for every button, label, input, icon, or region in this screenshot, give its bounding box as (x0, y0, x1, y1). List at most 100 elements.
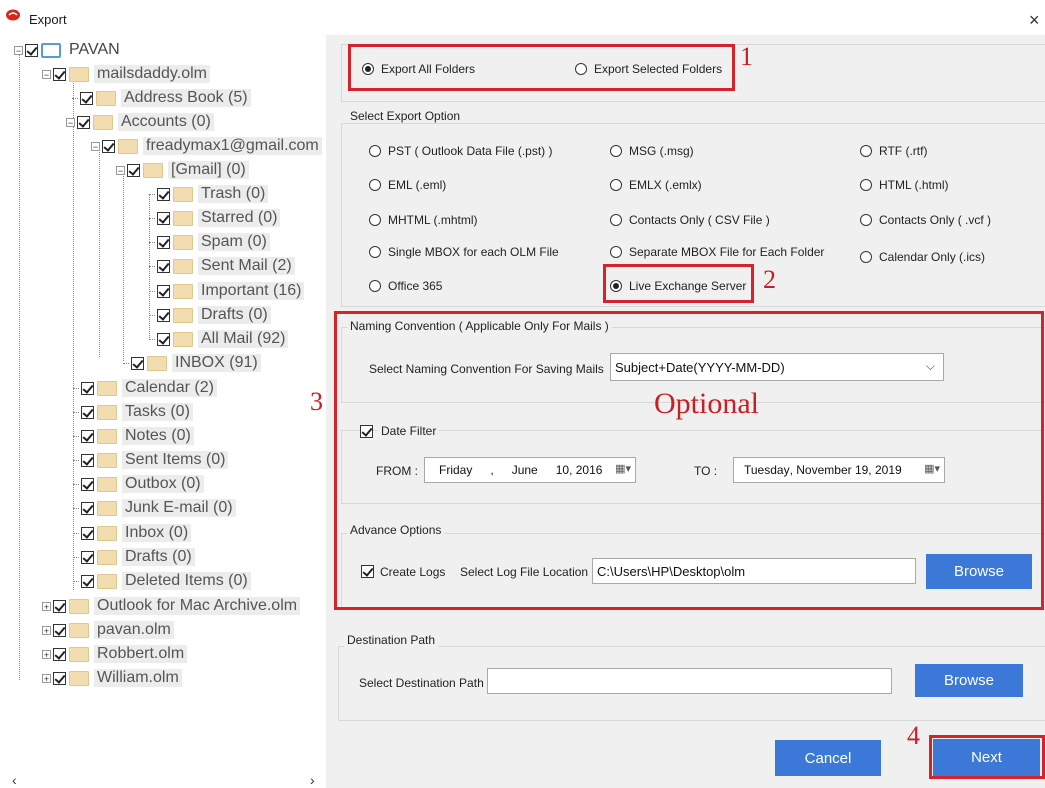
expand-icon[interactable]: + (42, 673, 51, 683)
option-pst[interactable]: PST ( Outlook Data File (.pst) ) (369, 144, 553, 158)
option-rtf[interactable]: RTF (.rtf) (860, 144, 927, 158)
checkbox[interactable] (53, 67, 66, 81)
collapse-icon[interactable]: − (42, 69, 51, 79)
tree-node-gmail[interactable]: − [Gmail] (0) (116, 159, 249, 181)
checkbox[interactable] (81, 550, 94, 564)
tree-node-account-email[interactable]: − freadymax1@gmail.com (91, 135, 322, 157)
checkbox[interactable] (81, 574, 94, 588)
tree-node-root[interactable]: − PAVAN (14, 39, 123, 61)
tree-node-tasks[interactable]: Tasks (0) (73, 401, 193, 423)
checkbox[interactable] (157, 187, 170, 201)
option-single-mbox[interactable]: Single MBOX for each OLM File (369, 245, 559, 259)
tree-node-calendar[interactable]: Calendar (2) (73, 377, 217, 399)
tree-node-deleted-items[interactable]: Deleted Items (0) (73, 570, 251, 592)
tree-node-important[interactable]: Important (16) (149, 280, 305, 302)
option-separate-mbox[interactable]: Separate MBOX File for Each Folder (610, 245, 824, 259)
checkbox[interactable] (80, 91, 93, 105)
option-contacts-csv[interactable]: Contacts Only ( CSV File ) (610, 213, 770, 227)
option-eml[interactable]: EML (.eml) (369, 178, 446, 192)
destination-browse-button[interactable]: Browse (915, 664, 1023, 697)
checkbox[interactable] (53, 671, 66, 685)
tree-node-starred[interactable]: Starred (0) (149, 207, 281, 229)
tree-node-drafts[interactable]: Drafts (0) (73, 546, 195, 568)
tree-node-all-mail[interactable]: All Mail (92) (149, 328, 289, 350)
checkbox[interactable] (127, 163, 140, 177)
checkbox[interactable] (81, 381, 94, 395)
tree-node-trash[interactable]: Trash (0) (149, 183, 269, 205)
radio-icon (610, 179, 622, 191)
option-emlx[interactable]: EMLX (.emlx) (610, 178, 702, 192)
tree-label: Outlook for Mac Archive.olm (94, 597, 301, 615)
window-title: Export (29, 12, 67, 27)
annotation-number-2: 2 (763, 265, 776, 294)
tree-node-mac-archive[interactable]: + Outlook for Mac Archive.olm (42, 595, 301, 617)
tree-node-accounts[interactable]: − Accounts (0) (66, 111, 214, 133)
checkbox[interactable] (53, 647, 66, 661)
checkbox[interactable] (81, 526, 94, 540)
folder-icon (97, 549, 117, 565)
checkbox[interactable] (25, 43, 38, 57)
scroll-right-icon[interactable]: › (310, 772, 315, 788)
checkbox[interactable] (157, 211, 170, 225)
tree-node-robbert-olm[interactable]: + Robbert.olm (42, 643, 188, 665)
folder-icon (147, 355, 167, 371)
option-mhtml[interactable]: MHTML (.mhtml) (369, 213, 478, 227)
tree-node-inbox-account[interactable]: INBOX (91) (123, 352, 261, 374)
annotation-box-3 (334, 311, 1044, 610)
checkbox[interactable] (53, 599, 66, 613)
option-calendar-ics[interactable]: Calendar Only (.ics) (860, 250, 985, 264)
horizontal-scrollbar[interactable]: ‹ › (0, 770, 326, 788)
collapse-icon[interactable]: − (66, 117, 75, 127)
radio-icon (860, 214, 872, 226)
folder-icon (69, 598, 89, 614)
tree-node-drafts-gmail[interactable]: Drafts (0) (149, 304, 271, 326)
folder-icon (173, 234, 193, 250)
checkbox[interactable] (157, 332, 170, 346)
expand-icon[interactable]: + (42, 601, 51, 611)
option-office365[interactable]: Office 365 (369, 279, 442, 293)
cancel-button[interactable]: Cancel (775, 740, 881, 776)
tree-node-william-olm[interactable]: + William.olm (42, 667, 182, 689)
scroll-left-icon[interactable]: ‹ (12, 772, 17, 788)
folder-icon (69, 66, 89, 82)
tree-label: Robbert.olm (94, 645, 188, 663)
annotation-number-1: 1 (740, 42, 753, 71)
tree-node-inbox[interactable]: Inbox (0) (73, 522, 192, 544)
close-icon[interactable]: × (1029, 10, 1040, 31)
collapse-icon[interactable]: − (14, 45, 23, 55)
tree-label: Drafts (0) (122, 548, 195, 566)
expand-icon[interactable]: + (42, 649, 51, 659)
checkbox[interactable] (131, 356, 144, 370)
checkbox[interactable] (81, 429, 94, 443)
tree-label: All Mail (92) (198, 330, 289, 348)
tree-node-sent-items[interactable]: Sent Items (0) (73, 449, 229, 471)
option-html[interactable]: HTML (.html) (860, 178, 949, 192)
tree-node-outbox[interactable]: Outbox (0) (73, 473, 204, 495)
tree-node-notes[interactable]: Notes (0) (73, 425, 194, 447)
checkbox[interactable] (81, 453, 94, 467)
option-contacts-vcf[interactable]: Contacts Only ( .vcf ) (860, 213, 991, 227)
destination-path-field[interactable] (487, 668, 892, 694)
checkbox[interactable] (157, 259, 170, 273)
checkbox[interactable] (157, 308, 170, 322)
tree-node-olm[interactable]: − mailsdaddy.olm (42, 63, 210, 85)
tree-node-pavan-olm[interactable]: + pavan.olm (42, 619, 174, 641)
folder-icon (69, 622, 89, 638)
expand-icon[interactable]: + (42, 625, 51, 635)
collapse-icon[interactable]: − (91, 141, 100, 151)
tree-node-spam[interactable]: Spam (0) (149, 231, 270, 253)
checkbox[interactable] (77, 115, 90, 129)
annotation-optional: Optional (654, 387, 759, 420)
checkbox[interactable] (53, 623, 66, 637)
checkbox[interactable] (81, 477, 94, 491)
checkbox[interactable] (157, 235, 170, 249)
collapse-icon[interactable]: − (116, 165, 125, 175)
tree-node-junk[interactable]: Junk E-mail (0) (73, 497, 236, 519)
option-msg[interactable]: MSG (.msg) (610, 144, 694, 158)
checkbox[interactable] (157, 284, 170, 298)
checkbox[interactable] (81, 405, 94, 419)
tree-node-sent-mail[interactable]: Sent Mail (2) (149, 255, 295, 277)
checkbox[interactable] (81, 501, 94, 515)
checkbox[interactable] (102, 139, 115, 153)
tree-node-address-book[interactable]: Address Book (5) (72, 87, 251, 109)
